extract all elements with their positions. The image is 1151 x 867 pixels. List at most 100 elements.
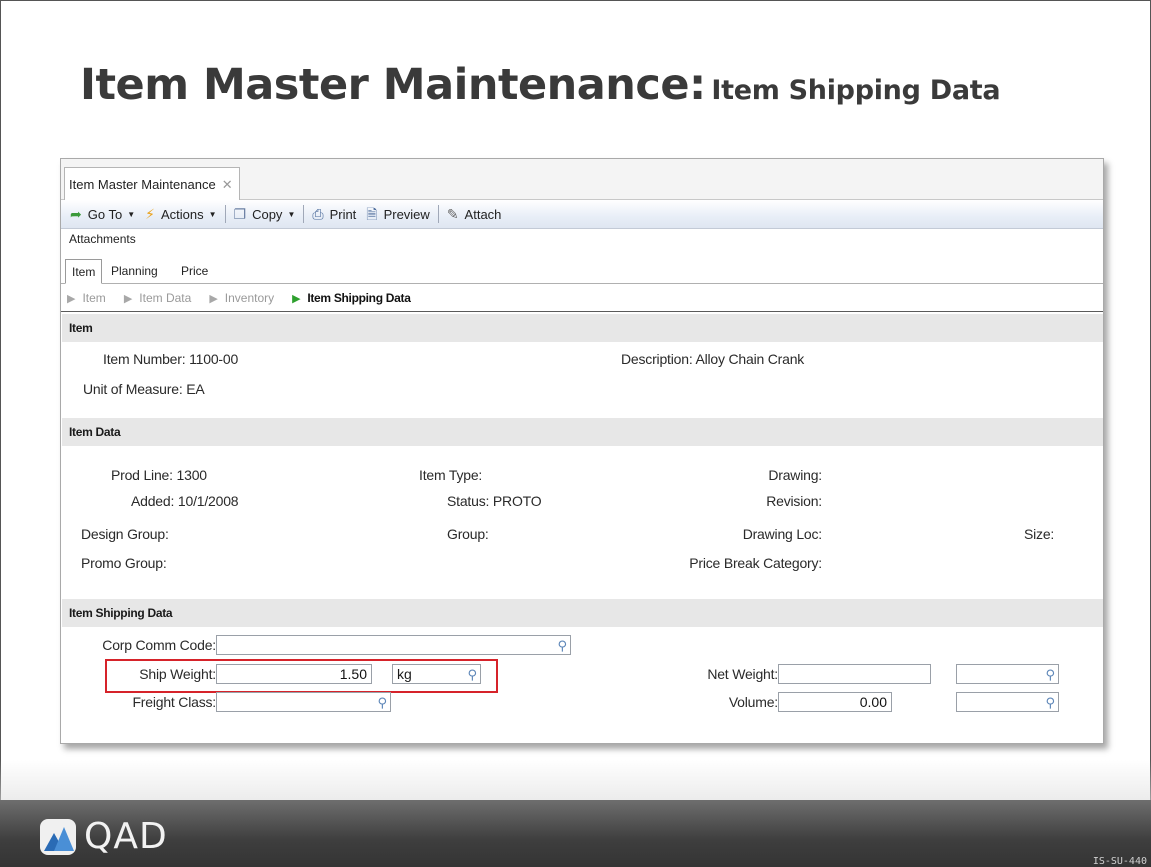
breadcrumb-label: Item Data <box>139 291 192 305</box>
toolbar-separator <box>303 205 305 223</box>
close-icon[interactable]: ✕ <box>222 168 233 202</box>
play-arrow-icon: ▶ <box>292 292 301 305</box>
freight-class-label: Freight Class: <box>132 694 216 710</box>
promo-group-label: Promo Group: <box>81 555 167 571</box>
print-button[interactable]: ⎙ Print <box>307 203 361 225</box>
paperclip-icon: ✎ <box>446 206 459 222</box>
uom-field: Unit of Measure: EA <box>83 381 205 397</box>
added-field: Added: 10/1/2008 <box>131 493 239 509</box>
volume-input[interactable]: 0.00 <box>778 692 892 712</box>
uom-label: Unit of Measure: <box>83 381 183 397</box>
printer-icon: ⎙ <box>312 206 324 222</box>
goto-label: Go To <box>87 206 123 222</box>
section-header-item: Item <box>62 314 1103 342</box>
slide-title-sub: Item Shipping Data <box>711 75 1001 106</box>
corp-comm-code-input[interactable]: ⚲ <box>216 635 571 655</box>
design-group-label: Design Group: <box>81 526 169 542</box>
actions-button[interactable]: ⚡ Actions ▼ <box>140 203 221 225</box>
status-value: PROTO <box>492 493 542 509</box>
print-label: Print <box>329 206 357 222</box>
freight-class-input[interactable]: ⚲ <box>216 692 391 712</box>
net-weight-uom-input[interactable]: ⚲ <box>956 664 1059 684</box>
toolbar-separator <box>437 205 439 223</box>
attach-label: Attach <box>464 206 502 222</box>
breadcrumb-inventory[interactable]: ▶ Inventory <box>209 291 274 305</box>
chevron-down-icon: ▼ <box>127 209 136 219</box>
price-break-category-label: Price Break Category: <box>689 555 822 571</box>
breadcrumb-item[interactable]: ▶ Item <box>67 291 106 305</box>
corp-comm-code-label: Corp Comm Code: <box>102 637 216 653</box>
actions-label: Actions <box>160 206 204 222</box>
prod-line-field: Prod Line: 1300 <box>111 467 207 483</box>
status-field: Status: PROTO <box>447 493 542 509</box>
footer-fade <box>0 760 1151 800</box>
qad-logo: QAD <box>40 816 168 857</box>
description-field: Description: Alloy Chain Crank <box>621 351 804 367</box>
tab-planning[interactable]: Planning <box>105 259 164 284</box>
uom-value: EA <box>186 381 205 397</box>
search-icon[interactable]: ⚲ <box>1045 666 1055 684</box>
section-header-item-shipping-data: Item Shipping Data <box>62 599 1103 627</box>
toolbar-separator <box>224 205 226 223</box>
slide-footer: QAD IS-SU-440 <box>0 800 1151 867</box>
preview-label: Preview <box>383 206 430 222</box>
breadcrumb-label: Inventory <box>224 291 275 305</box>
tab-item[interactable]: Item <box>65 259 103 284</box>
breadcrumb-label: Item <box>82 291 106 305</box>
size-label: Size: <box>1024 526 1055 542</box>
chevron-down-icon: ▼ <box>208 209 217 219</box>
chevron-down-icon: ▼ <box>287 209 296 219</box>
section-header-item-data: Item Data <box>62 418 1103 446</box>
app-window: Item Master Maintenance ✕ ➦ Go To ▼ ⚡ Ac… <box>60 158 1104 744</box>
search-icon[interactable]: ⚲ <box>1045 694 1055 712</box>
breadcrumb: ▶ Item ▶ Item Data ▶ Inventory ▶ Item Sh… <box>61 285 1103 312</box>
added-label: Added: <box>131 493 175 509</box>
breadcrumb-item-shipping-data[interactable]: ▶ Item Shipping Data <box>292 291 411 305</box>
prod-line-value: 1300 <box>176 467 208 483</box>
search-icon[interactable]: ⚲ <box>557 637 567 655</box>
volume-label: Volume: <box>728 694 778 710</box>
attach-button[interactable]: ✎ Attach <box>442 203 507 225</box>
document-tabbar: Item Master Maintenance ✕ <box>61 159 1103 201</box>
item-number-label: Item Number: <box>103 351 186 367</box>
description-value: Alloy Chain Crank <box>695 351 805 367</box>
play-arrow-icon: ▶ <box>209 292 218 305</box>
document-tab-item-master[interactable]: Item Master Maintenance ✕ <box>64 167 240 201</box>
document-tab-label: Item Master Maintenance <box>69 176 216 192</box>
drawing-label: Drawing: <box>768 467 822 483</box>
description-label: Description: <box>621 351 693 367</box>
preview-icon: 🗎 <box>366 206 378 222</box>
net-weight-label: Net Weight: <box>707 666 778 682</box>
copy-icon: ❐ <box>233 206 247 222</box>
copy-button[interactable]: ❐ Copy ▼ <box>229 203 301 225</box>
preview-button[interactable]: 🗎 Preview <box>361 203 435 225</box>
goto-button[interactable]: ➦ Go To ▼ <box>65 203 140 225</box>
net-weight-input[interactable] <box>778 664 931 684</box>
status-label: Status: <box>447 493 490 509</box>
ship-weight-highlight <box>105 659 498 693</box>
breadcrumb-item-data[interactable]: ▶ Item Data <box>124 291 192 305</box>
qad-logo-text: QAD <box>84 816 168 857</box>
slide-code: IS-SU-440 <box>1092 856 1147 867</box>
play-arrow-icon: ▶ <box>123 292 133 305</box>
added-value: 10/1/2008 <box>177 493 239 509</box>
goto-icon: ➦ <box>70 206 82 222</box>
prod-line-label: Prod Line: <box>111 467 173 483</box>
slide-title: Item Master Maintenance: Item Shipping D… <box>80 60 1001 110</box>
lightning-icon: ⚡ <box>145 206 155 222</box>
item-type-label: Item Type: <box>419 467 483 483</box>
play-arrow-icon: ▶ <box>67 292 76 305</box>
breadcrumb-label: Item Shipping Data <box>307 291 411 305</box>
toolbar: ➦ Go To ▼ ⚡ Actions ▼ ❐ Copy ▼ ⎙ Print 🗎… <box>61 200 1103 229</box>
tab-price[interactable]: Price <box>175 259 214 284</box>
slide-title-main: Item Master Maintenance: <box>80 60 706 110</box>
volume-uom-input[interactable]: ⚲ <box>956 692 1059 712</box>
drawing-loc-label: Drawing Loc: <box>742 526 823 542</box>
item-number-field: Item Number: 1100-00 <box>103 351 238 367</box>
item-tabs: Item Planning Price <box>61 259 1103 284</box>
item-number-value: 1100-00 <box>189 351 239 367</box>
revision-label: Revision: <box>766 493 822 509</box>
qad-logo-mark-icon <box>40 818 76 855</box>
search-icon[interactable]: ⚲ <box>377 694 387 712</box>
attachments-link[interactable]: Attachments <box>69 232 136 246</box>
